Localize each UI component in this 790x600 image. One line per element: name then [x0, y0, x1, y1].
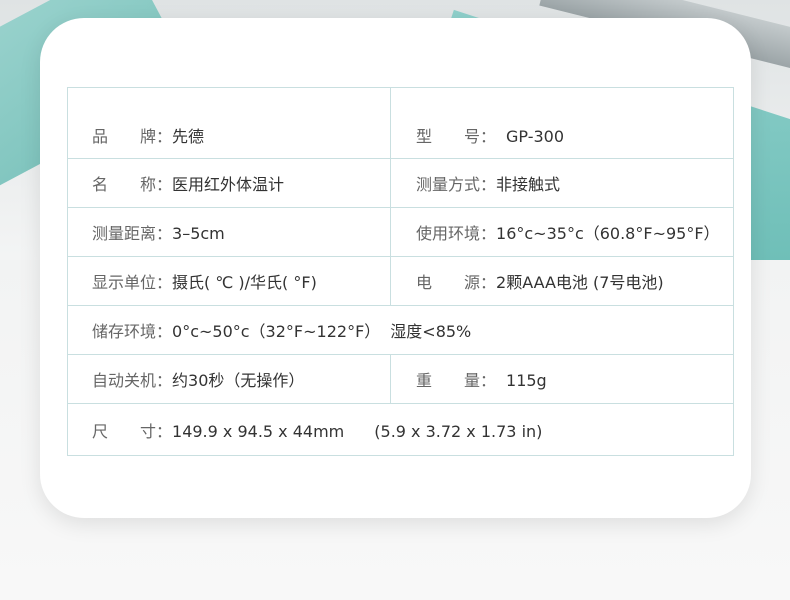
spec-label: 尺 寸：: [92, 421, 173, 441]
spec-method: 测量方式：非接触式: [390, 158, 734, 208]
spec-value: GP-300: [506, 127, 565, 146]
spec-size-imperial: (5.9 x 3.72 x 1.73 in): [374, 421, 543, 441]
spec-label: 显示单位：: [92, 273, 173, 292]
spec-card: 品 牌：先德 型 号： GP-300 名 称：医用红外体温计 测量方式：非接触式 …: [40, 18, 751, 518]
spec-label: 测量方式：: [416, 175, 497, 194]
spec-value: 3–5cm: [172, 224, 225, 243]
spec-size: 尺 寸：149.9 x 94.5 x 44mm (5.9 x 3.72 x 1.7…: [67, 403, 734, 456]
spec-power: 电 源：2颗AAA电池 (7号电池): [390, 256, 734, 306]
spec-brand: 品 牌：先德: [67, 87, 391, 159]
spec-label: 电 源：: [416, 273, 497, 292]
spec-unit: 显示单位：摄氏( ℃ )/华氏( °F): [67, 256, 391, 306]
spec-value: 非接触式: [496, 175, 561, 194]
spec-label: 型 号：: [416, 127, 497, 146]
spec-value: 115g: [506, 371, 547, 390]
spec-value: 16°c~35°c（60.8°F~95°F）: [496, 224, 720, 243]
spec-environment: 使用环境：16°c~35°c（60.8°F~95°F）: [390, 207, 734, 257]
spec-value: 2颗AAA电池 (7号电池): [496, 273, 664, 292]
spec-label: 使用环境：: [416, 224, 497, 243]
spec-label: 重 量：: [416, 371, 497, 390]
spec-auto-off: 自动关机：约30秒（无操作）: [67, 354, 391, 404]
spec-value: 约30秒（无操作）: [172, 371, 305, 390]
table-row: 测量距离：3–5cm 使用环境：16°c~35°c（60.8°F~95°F）: [67, 207, 734, 257]
spec-value: 149.9 x 94.5 x 44mm: [172, 421, 345, 441]
table-row: 显示单位：摄氏( ℃ )/华氏( °F) 电 源：2颗AAA电池 (7号电池): [67, 256, 734, 306]
spec-storage: 储存环境：0°c~50°c（32°F~122°F） 湿度<85%: [67, 305, 734, 355]
spec-table: 品 牌：先德 型 号： GP-300 名 称：医用红外体温计 测量方式：非接触式 …: [67, 87, 734, 456]
table-row: 名 称：医用红外体温计 测量方式：非接触式: [67, 158, 734, 208]
spec-label: 名 称：: [92, 175, 173, 194]
spec-label: 储存环境：: [92, 322, 173, 341]
spec-value: 医用红外体温计: [172, 175, 285, 194]
spec-name: 名 称：医用红外体温计: [67, 158, 391, 208]
table-row: 尺 寸：149.9 x 94.5 x 44mm (5.9 x 3.72 x 1.7…: [67, 403, 734, 456]
table-row: 自动关机：约30秒（无操作） 重 量： 115g: [67, 354, 734, 404]
spec-value: 0°c~50°c（32°F~122°F）: [172, 322, 381, 341]
table-row: 品 牌：先德 型 号： GP-300: [67, 87, 734, 159]
spec-label: 品 牌：: [92, 127, 173, 146]
spec-model: 型 号： GP-300: [390, 87, 734, 159]
spec-weight: 重 量： 115g: [390, 354, 734, 404]
spec-label: 自动关机：: [92, 371, 173, 390]
spec-label: 测量距离：: [92, 224, 173, 243]
spec-value: 摄氏( ℃ )/华氏( °F): [172, 273, 317, 292]
spec-value: 先德: [172, 127, 205, 146]
table-row: 储存环境：0°c~50°c（32°F~122°F） 湿度<85%: [67, 305, 734, 355]
spec-humidity: 湿度<85%: [390, 322, 472, 341]
spec-distance: 测量距离：3–5cm: [67, 207, 391, 257]
